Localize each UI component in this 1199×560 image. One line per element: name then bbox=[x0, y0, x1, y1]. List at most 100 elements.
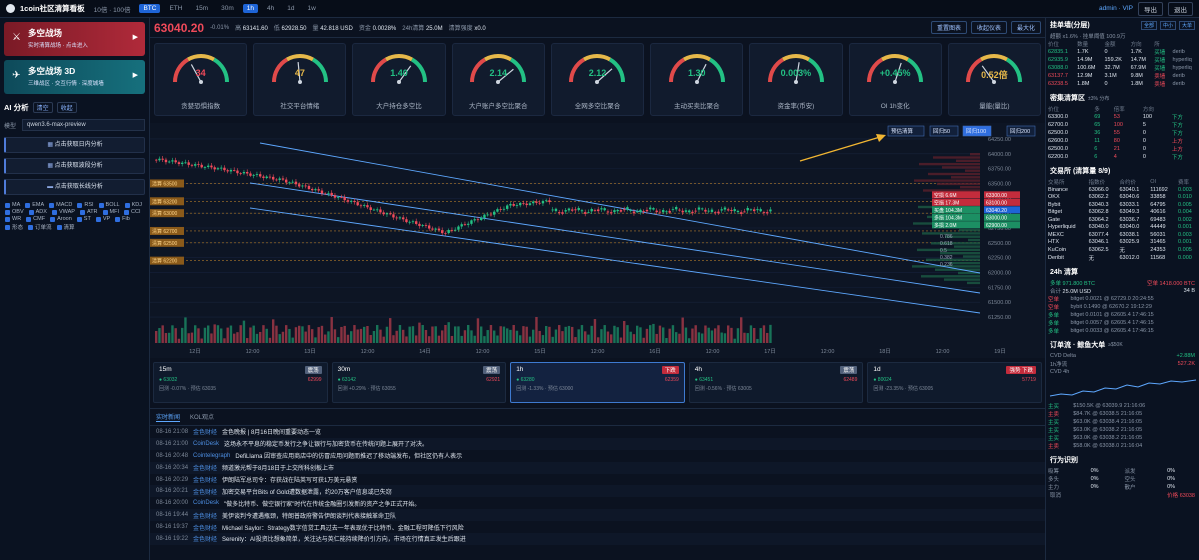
tf-card[interactable]: 4h 震荡 ● 63451 62489 回测 -0.56% · 预估 63005 bbox=[688, 362, 864, 403]
table-row: 吸筹 0% 派发 0% bbox=[1046, 467, 1199, 475]
tf-15m[interactable]: 15m bbox=[191, 4, 212, 13]
behavior-title: 行为识别 bbox=[1050, 457, 1078, 464]
axis-price-tag: 62900.00 bbox=[986, 223, 1007, 229]
gauge-card: 2.12 全网多空比聚合 bbox=[550, 43, 645, 116]
table-cell: 0.004 bbox=[1178, 209, 1192, 216]
table-cell: 上方 bbox=[1171, 147, 1183, 153]
tf-1w[interactable]: 1w bbox=[303, 4, 319, 13]
tf-card[interactable]: 15m 震荡 ● 63032 62999 回测 -0.07% · 预估 63035 bbox=[153, 362, 328, 403]
time-tick: 17日 bbox=[764, 348, 776, 355]
level-label: 清算 62500 bbox=[152, 240, 178, 247]
tf-30m[interactable]: 30m bbox=[217, 4, 238, 13]
news-item[interactable]: 08-16 20:48 Cointelegraph DefiLlama 因审查应用商… bbox=[150, 450, 1045, 462]
indicator-checkbox[interactable]: Aroon bbox=[50, 216, 72, 222]
news-source: 金色财经 bbox=[193, 513, 218, 520]
tf-1h[interactable]: 1h bbox=[242, 4, 258, 13]
longterm-analysis-button[interactable]: ▬ 点击获取长线分析 bbox=[4, 179, 145, 195]
symbol-btc[interactable]: BTC bbox=[139, 4, 161, 13]
checkbox-icon bbox=[5, 216, 10, 222]
indicator-checkbox[interactable]: ATR bbox=[79, 209, 98, 215]
reset-chart-button[interactable]: 重置图表 bbox=[930, 21, 967, 34]
export-button[interactable]: 导出 bbox=[1138, 1, 1163, 16]
indicator-checkbox[interactable]: MACD bbox=[49, 202, 72, 208]
indicator-checkbox[interactable]: MA bbox=[5, 202, 20, 208]
tf-card[interactable]: 1d 强势 下跌 ● 80024 57719 回测 -23.35% · 预估 63005 bbox=[867, 362, 1042, 403]
indicator-checkbox[interactable]: BOLL bbox=[98, 202, 120, 208]
ai-clear-button[interactable]: 清空 bbox=[32, 102, 53, 113]
news-item[interactable]: 08-16 19:37 金色财经 Michael Saylor：Strategy数字… bbox=[150, 521, 1045, 533]
indicator-checkbox[interactable]: VWAP bbox=[51, 209, 75, 215]
table-row: 62600.0 11 80 0 上方 bbox=[1046, 137, 1199, 145]
indicator-checkbox[interactable]: ST bbox=[76, 216, 91, 222]
table-cell: 62600.0 bbox=[1048, 138, 1068, 144]
gauge-card: 34 贪婪恐惧指数 bbox=[154, 43, 248, 116]
battlefield-3d-card[interactable]: ✈ 多空战场 3D 三维战区 · 交互行情 · 深度城墙 ▶ bbox=[4, 60, 145, 94]
symbol-eth[interactable]: ETH bbox=[165, 4, 186, 13]
indicator-checkbox[interactable]: 形态 bbox=[5, 223, 23, 231]
app-title: 1coin社区清算看板 bbox=[20, 4, 85, 13]
news-item[interactable]: 08-16 20:00 CoinDesk "做多比特币、做空银行家"时代在传统金融圈… bbox=[150, 497, 1045, 509]
logout-button[interactable]: 退出 bbox=[1168, 1, 1193, 16]
indicator-checkbox[interactable]: KDJ bbox=[124, 202, 142, 208]
time-tick: 12:00 bbox=[821, 349, 835, 355]
table-row: 62835.1 1.7K 0 1.7K 买墙 derib bbox=[1046, 48, 1199, 56]
indicator-checkbox[interactable]: WR bbox=[5, 216, 21, 222]
news-list: 08-16 21:08 金色财经 金色晚报 | 8月16日晚间重要动态一览 08-16… bbox=[150, 426, 1045, 545]
tab-live-news[interactable]: 实时新闻 bbox=[156, 412, 181, 422]
news-time: 08-16 19:22 bbox=[156, 535, 189, 542]
tf-card[interactable]: 30m 震荡 ● 63142 62921 回测 +0.29% · 预估 63055 bbox=[331, 362, 507, 403]
news-item[interactable]: 08-16 21:00 CoinDesk 这场永不平息的稳定币发行之争让银行与加密货… bbox=[150, 437, 1045, 450]
tab-kol[interactable]: KOL观点 bbox=[190, 412, 214, 422]
indicator-checkbox[interactable]: Fib bbox=[115, 216, 130, 222]
news-item[interactable]: 08-16 20:29 金色财经 伊朗陆军总司令：存获战在陆英写可获1万美元悬赏 bbox=[150, 474, 1045, 486]
news-item[interactable]: 08-16 19:44 金色财经 美伊谈判今遭遇瓶颈，特朗普政府警告伊朗谈判代表接触… bbox=[150, 509, 1045, 522]
table-cell: 11568 bbox=[1150, 255, 1166, 261]
filter-mid[interactable]: 中小 bbox=[1159, 20, 1176, 30]
table-row: 主买 $63.0K @ 63038.2 21:16:05 bbox=[1046, 434, 1199, 442]
collapse-gauges-button[interactable]: 收起仪表 bbox=[970, 21, 1007, 34]
cvd-sparkline bbox=[1049, 379, 1197, 397]
leverage-range[interactable]: 10倍 · 100倍 bbox=[90, 3, 135, 15]
intraday-analysis-button[interactable]: ▦ 点击获取日内分析 bbox=[4, 137, 145, 153]
table-cell: KuCoin bbox=[1048, 247, 1067, 253]
indicator-checkbox[interactable]: CMF bbox=[26, 216, 45, 222]
news-time: 08-16 20:21 bbox=[156, 488, 189, 495]
indicator-checkbox[interactable]: EMA bbox=[25, 202, 44, 208]
indicator-checkbox[interactable]: 清算 bbox=[56, 223, 75, 231]
table-cell: 0 bbox=[1104, 49, 1108, 55]
filter-all[interactable]: 全部 bbox=[1140, 20, 1157, 30]
account-name[interactable]: admin · VIP bbox=[1099, 5, 1133, 12]
model-select[interactable]: qwen3.6-max-preview bbox=[22, 119, 145, 131]
swing-analysis-button[interactable]: ▦ 点击获取波段分析 bbox=[4, 158, 145, 174]
news-item[interactable]: 08-16 21:08 金色财经 金色晚报 | 8月16日晚间重要动态一览 bbox=[150, 426, 1045, 438]
table-cell: 63036.7 bbox=[1119, 216, 1140, 223]
news-item[interactable]: 08-16 20:21 金色财经 加密交易平台Bits of Gold遭数据泄露，约… bbox=[150, 485, 1045, 498]
maximize-button[interactable]: 最大化 bbox=[1010, 21, 1041, 34]
indicator-checkbox[interactable]: CCI bbox=[124, 209, 141, 215]
news-time: 08-16 20:34 bbox=[156, 464, 189, 471]
price-tag: 空损 6.6M bbox=[934, 192, 957, 199]
filter-large[interactable]: 大单 bbox=[1178, 20, 1195, 30]
orderflow-tag: ≥$50K bbox=[1108, 342, 1123, 348]
indicator-checkbox[interactable]: MFI bbox=[102, 209, 119, 215]
table-cell: Bitget bbox=[1048, 209, 1063, 216]
indicator-checkbox[interactable]: ADX bbox=[28, 209, 47, 215]
table-cell: 63062.8 bbox=[1088, 209, 1109, 216]
orderbook-title: 挂单墙(分层) bbox=[1050, 22, 1090, 29]
news-item[interactable]: 08-16 20:34 金色财经 频道激光帮于8月18日于上交所科创板上市 bbox=[150, 461, 1045, 474]
tf-card[interactable]: 1h 下跌 ● 63280 62359 回测 -1.33% · 预估 63000 bbox=[510, 362, 685, 403]
table-cell: 159.2K bbox=[1104, 57, 1122, 63]
tf-card-levels: ● 63280 62359 bbox=[516, 377, 679, 383]
indicator-checkbox[interactable]: 订单流 bbox=[28, 223, 52, 231]
gauge-value: 1.30 bbox=[687, 68, 706, 78]
price-chart[interactable]: 64250.0064000.0063750.0063500.0063250.00… bbox=[150, 123, 1045, 365]
battlefield-card[interactable]: ⚔ 多空战场 实时清算战场 · 点击进入 ▶ bbox=[4, 22, 145, 56]
table-cell: Bybit bbox=[1048, 201, 1061, 208]
ai-collapse-button[interactable]: 收起 bbox=[56, 102, 77, 113]
news-item[interactable]: 08-16 19:22 金色财经 Serenity：AI投资比想象简单，关注达与英仁… bbox=[150, 533, 1045, 545]
tf-1d[interactable]: 1d bbox=[283, 4, 298, 13]
indicator-checkbox[interactable]: VP bbox=[95, 216, 110, 222]
tf-4h[interactable]: 4h bbox=[263, 4, 278, 13]
indicator-checkbox[interactable]: OBV bbox=[5, 209, 24, 215]
indicator-checkbox[interactable]: RSI bbox=[77, 202, 94, 208]
